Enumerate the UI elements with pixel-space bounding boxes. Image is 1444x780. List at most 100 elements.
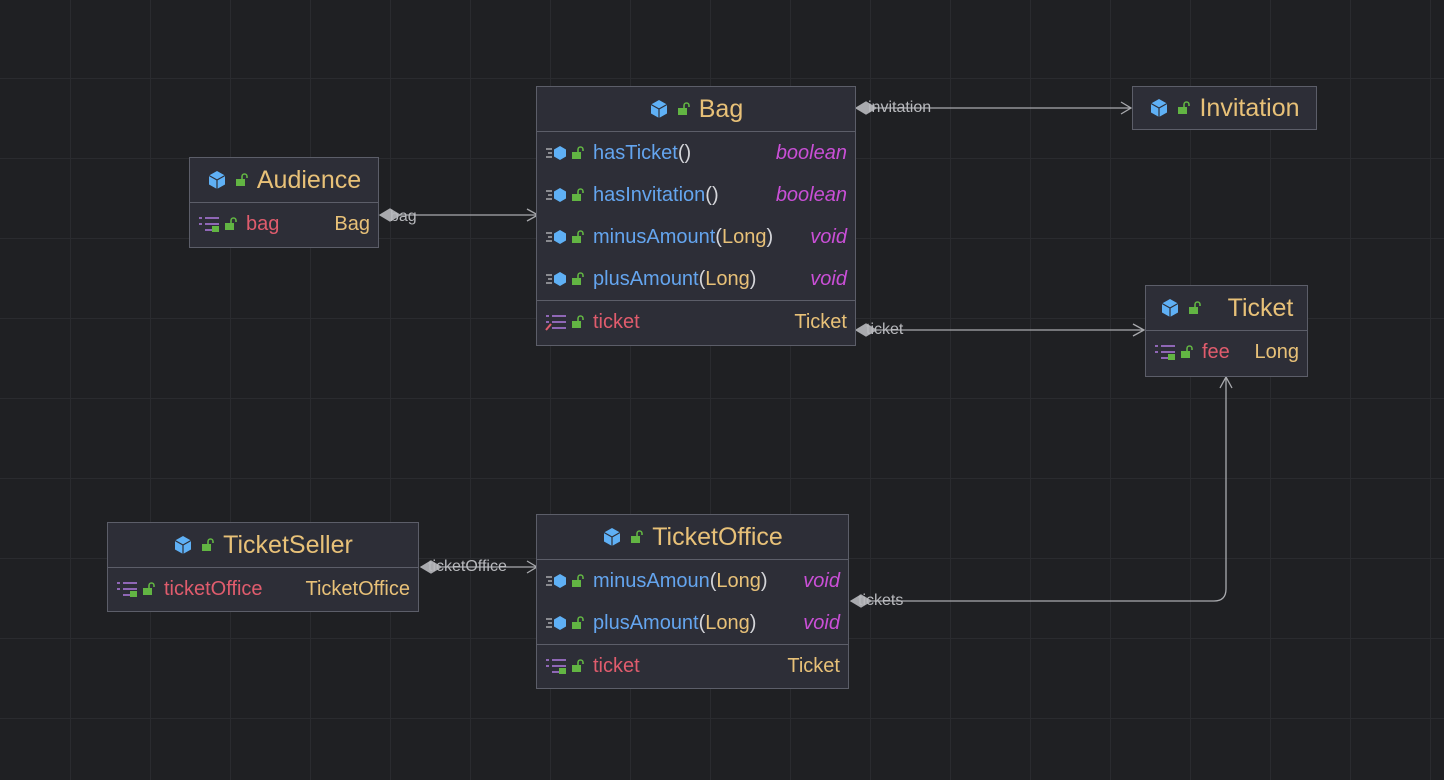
field-icon — [545, 657, 567, 675]
public-lock-icon — [630, 530, 644, 544]
method-icon — [545, 615, 567, 631]
method-name: minusAmoun — [593, 569, 710, 592]
method-name: plusAmount — [593, 267, 699, 290]
field-name: ticket — [593, 310, 640, 333]
class-header-audience[interactable]: Audience — [190, 158, 378, 202]
method-row[interactable]: minusAmount(Long) void — [537, 216, 855, 258]
public-lock-icon — [1180, 345, 1194, 359]
public-lock-icon — [142, 582, 156, 596]
method-name: hasTicket — [593, 141, 678, 164]
class-cube-icon — [602, 527, 622, 547]
field-icon — [116, 580, 138, 598]
public-lock-icon — [1188, 301, 1202, 315]
class-cube-icon — [207, 170, 227, 190]
fields-section: ticketOffice TicketOffice — [108, 567, 418, 610]
field-name: bag — [246, 212, 280, 235]
class-node-ticket-seller[interactable]: TicketSeller ticketOffice TicketOffice — [107, 522, 419, 612]
class-header-ticket-office[interactable]: TicketOffice — [537, 515, 848, 559]
fields-section: ticket Ticket — [537, 300, 855, 343]
method-row[interactable]: plusAmount(Long) void — [537, 602, 848, 644]
open-paren: ( — [715, 225, 722, 248]
fields-section: fee Long — [1146, 330, 1307, 373]
public-lock-icon — [201, 538, 215, 552]
class-name: Ticket — [1227, 293, 1294, 322]
close-paren: ) — [760, 569, 768, 592]
class-node-ticket-office[interactable]: TicketOffice minusAmoun(Long) void plusA… — [536, 514, 849, 689]
public-lock-icon — [571, 616, 585, 630]
class-node-bag[interactable]: Bag hasTicket() boolean hasInvitation() … — [536, 86, 856, 346]
field-type: Ticket — [787, 654, 840, 677]
public-lock-icon — [571, 659, 585, 673]
edge-label-ticket: ticket — [866, 321, 904, 338]
class-header-bag[interactable]: Bag — [537, 87, 855, 131]
edge-label-bag: bag — [390, 208, 417, 225]
field-row[interactable]: ticket Ticket — [537, 301, 855, 343]
public-lock-icon — [224, 217, 238, 231]
param-type: Long — [705, 267, 750, 290]
edge-label-tickets: tickets — [858, 592, 904, 609]
open-paren: ( — [677, 141, 685, 164]
class-name: TicketSeller — [223, 530, 353, 559]
class-name: Invitation — [1199, 93, 1300, 122]
param-type: Long — [716, 569, 761, 592]
method-row[interactable]: hasTicket() boolean — [537, 132, 855, 174]
method-icon — [545, 573, 567, 589]
field-name: ticket — [593, 654, 640, 677]
fields-section: ticket Ticket — [537, 644, 848, 687]
field-type: TicketOffice — [305, 577, 410, 600]
param-type: Long — [721, 225, 767, 248]
return-type: boolean — [775, 141, 847, 164]
field-row[interactable]: ticket Ticket — [537, 645, 848, 687]
public-lock-icon — [235, 173, 249, 187]
close-paren: ) — [684, 141, 692, 164]
public-lock-icon — [677, 102, 691, 116]
class-header-invitation[interactable]: Invitation — [1133, 87, 1316, 129]
return-type: void — [810, 267, 847, 290]
close-paren: ) — [711, 183, 719, 206]
field-type: Ticket — [794, 310, 847, 333]
public-lock-icon — [571, 574, 585, 588]
public-lock-icon — [571, 188, 585, 202]
field-type: Long — [1254, 340, 1300, 363]
class-header-ticket-seller[interactable]: TicketSeller — [108, 523, 418, 567]
method-icon — [545, 145, 567, 161]
method-icon — [545, 271, 567, 287]
class-header-ticket[interactable]: Ticket — [1146, 286, 1307, 330]
class-node-ticket[interactable]: Ticket fee Long — [1145, 285, 1308, 377]
method-icon — [545, 229, 567, 245]
methods-section: minusAmoun(Long) void plusAmount(Long) v… — [537, 559, 848, 644]
return-type: void — [803, 611, 840, 634]
method-row[interactable]: minusAmoun(Long) void — [537, 560, 848, 602]
class-cube-icon — [649, 99, 669, 119]
close-paren: ) — [766, 225, 774, 248]
field-type: Bag — [334, 212, 370, 235]
method-row[interactable]: plusAmount(Long) void — [537, 258, 855, 300]
public-lock-icon — [571, 272, 585, 286]
field-row[interactable]: fee Long — [1146, 331, 1307, 373]
field-icon — [198, 215, 220, 233]
class-node-audience[interactable]: Audience bag Bag — [189, 157, 379, 248]
public-lock-icon — [571, 146, 585, 160]
method-icon — [545, 187, 567, 203]
field-icon — [1154, 343, 1176, 361]
method-name: minusAmount — [593, 225, 716, 248]
fields-section: bag Bag — [190, 202, 378, 245]
method-name: plusAmount — [593, 611, 699, 634]
field-row[interactable]: bag Bag — [190, 203, 378, 245]
edge-office-ticket — [851, 377, 1227, 602]
class-cube-icon — [1149, 98, 1169, 118]
class-name: TicketOffice — [652, 522, 783, 551]
class-name: Bag — [698, 94, 744, 123]
class-name: Audience — [256, 165, 362, 194]
edge-label-ticket-office: ticketOffice — [428, 558, 507, 575]
class-cube-icon — [1160, 298, 1180, 318]
methods-section: hasTicket() boolean hasInvitation() bool… — [537, 131, 855, 300]
edge-label-invitation: invitation — [868, 99, 932, 116]
field-name: fee — [1202, 340, 1230, 363]
param-type: Long — [705, 611, 750, 634]
class-node-invitation[interactable]: Invitation — [1132, 86, 1317, 130]
method-name: hasInvitation — [593, 183, 706, 206]
field-row[interactable]: ticketOffice TicketOffice — [108, 568, 418, 610]
method-row[interactable]: hasInvitation() boolean — [537, 174, 855, 216]
return-type: void — [803, 569, 840, 592]
